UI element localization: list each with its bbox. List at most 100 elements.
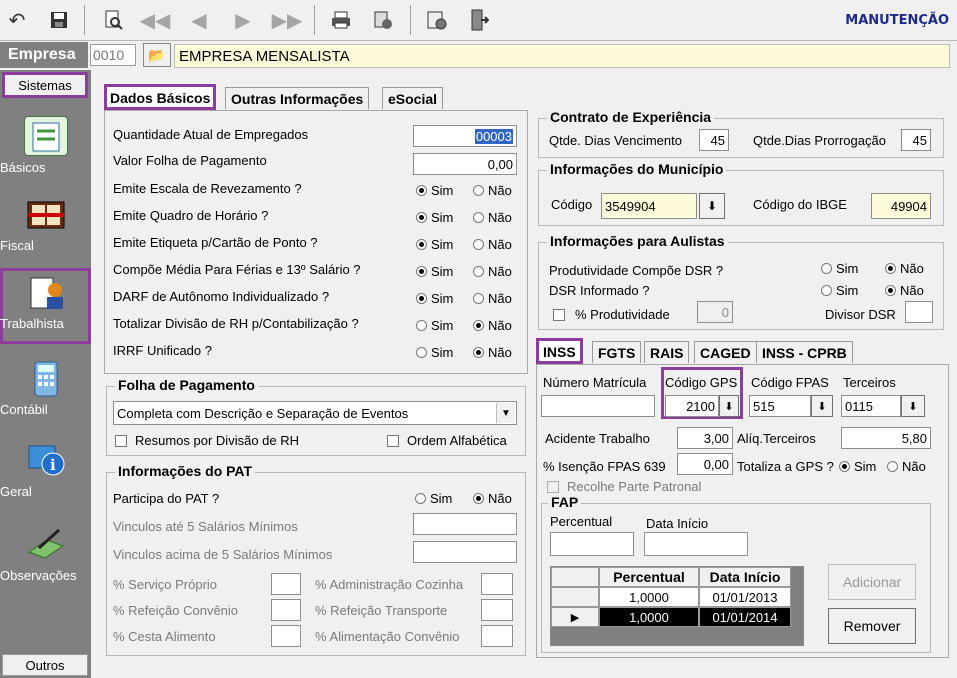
- divisor-input[interactable]: [905, 301, 933, 323]
- isencao-input[interactable]: 0,00: [677, 453, 733, 475]
- dsr-sim-radio[interactable]: Sim: [821, 283, 858, 298]
- gps-input[interactable]: 2100: [665, 395, 719, 417]
- question-nao-radio[interactable]: Não: [473, 345, 512, 360]
- aliq-input[interactable]: 5,80: [841, 427, 931, 449]
- empresa-code-input[interactable]: 0010: [90, 44, 136, 66]
- prod-sim-radio[interactable]: Sim: [821, 261, 858, 276]
- recolhe-checkbox[interactable]: Recolhe Parte Patronal: [547, 479, 701, 494]
- download-icon: ⬇: [724, 400, 734, 413]
- codigo-lookup-button[interactable]: ⬇: [699, 193, 725, 219]
- last-icon[interactable]: ▶▶: [272, 6, 303, 34]
- vinc-acima-input[interactable]: [413, 541, 517, 563]
- question-sim-radio[interactable]: Sim: [416, 291, 453, 306]
- question-nao-radio[interactable]: Não: [473, 210, 512, 225]
- totaliza-sim-radio[interactable]: Sim: [839, 459, 876, 474]
- radio-icon: [473, 320, 484, 331]
- tab-rais[interactable]: RAIS: [644, 341, 690, 363]
- terceiros-lookup-button[interactable]: ⬇: [901, 395, 925, 417]
- question-nao-radio[interactable]: Não: [473, 264, 512, 279]
- tab-outras-informacoes[interactable]: Outras Informações: [225, 87, 370, 109]
- remover-button[interactable]: Remover: [828, 608, 916, 644]
- exit-icon[interactable]: [464, 6, 494, 34]
- matricula-input[interactable]: [541, 395, 655, 417]
- print-icon[interactable]: [326, 6, 356, 34]
- ref-transp-input[interactable]: [481, 599, 513, 621]
- tab-dados-basicos[interactable]: Dados Básicos: [104, 84, 217, 110]
- sidebar-item-fiscal[interactable]: Fiscal: [0, 190, 91, 264]
- terceiros-input[interactable]: 0115: [841, 395, 901, 417]
- fpas-input[interactable]: 515: [749, 395, 811, 417]
- radio-label: Não: [488, 237, 512, 252]
- tab-caged[interactable]: CAGED: [694, 341, 757, 363]
- ibge-input[interactable]: 49904: [871, 193, 931, 219]
- ordem-alfabetica-checkbox[interactable]: Ordem Alfabética: [387, 433, 507, 448]
- tab-inss-cprb[interactable]: INSS - CPRB: [756, 341, 853, 363]
- gps-lookup-button[interactable]: ⬇: [719, 395, 739, 417]
- sidebar-footer-outros[interactable]: Outros: [2, 654, 88, 676]
- notebook-icon: [23, 116, 68, 156]
- vinc-ate-input[interactable]: [413, 513, 517, 535]
- tab-inss[interactable]: INSS: [536, 338, 583, 364]
- sidebar-item-geral[interactable]: i Geral: [0, 436, 91, 510]
- radio-icon: [885, 285, 896, 296]
- valor-folha-input[interactable]: 0,00: [413, 153, 517, 175]
- prorr-input[interactable]: 45: [901, 129, 931, 151]
- perc-input[interactable]: 0: [697, 301, 733, 323]
- dsr-nao-radio[interactable]: Não: [885, 283, 924, 298]
- first-icon[interactable]: ◀◀: [140, 6, 171, 34]
- prev-icon[interactable]: ◀: [184, 6, 214, 34]
- refeicao-input[interactable]: [271, 599, 301, 621]
- report-icon[interactable]: [368, 6, 398, 34]
- acidente-input[interactable]: 3,00: [677, 427, 733, 449]
- sidebar-item-trabalhista[interactable]: Trabalhista: [0, 268, 91, 344]
- next-icon[interactable]: ▶: [228, 6, 258, 34]
- folha-select[interactable]: Completa com Descrição e Separação de Ev…: [113, 401, 517, 425]
- question-nao-radio[interactable]: Não: [473, 183, 512, 198]
- participa-nao-radio[interactable]: Não: [473, 491, 512, 506]
- question-sim-radio[interactable]: Sim: [416, 237, 453, 252]
- folha-group: Folha de Pagamento Completa com Descriçã…: [106, 377, 526, 456]
- tab-esocial[interactable]: eSocial: [382, 87, 444, 109]
- grid-cell[interactable]: 1,0000: [599, 587, 699, 607]
- question-sim-radio[interactable]: Sim: [416, 210, 453, 225]
- fpas-lookup-button[interactable]: ⬇: [811, 395, 833, 417]
- grid-cell-selected[interactable]: 01/01/2014: [699, 607, 791, 627]
- tab-fgts[interactable]: FGTS: [592, 341, 642, 363]
- question-sim-radio[interactable]: Sim: [416, 318, 453, 333]
- sidebar-item-basicos[interactable]: Básicos: [0, 110, 91, 184]
- adm-input[interactable]: [481, 573, 513, 595]
- question-sim-radio[interactable]: Sim: [416, 264, 453, 279]
- totaliza-nao-radio[interactable]: Não: [887, 459, 926, 474]
- grid-cell[interactable]: 01/01/2013: [699, 587, 791, 607]
- cesta-input[interactable]: [271, 625, 301, 647]
- fap-perc-input[interactable]: [550, 532, 634, 556]
- codigo-input[interactable]: 3549904: [601, 193, 697, 219]
- save-icon[interactable]: [44, 6, 74, 34]
- fap-data-input[interactable]: [644, 532, 748, 556]
- settings-icon[interactable]: [422, 6, 452, 34]
- question-nao-radio[interactable]: Não: [473, 291, 512, 306]
- mode-label: MANUTENÇÃO: [845, 13, 949, 28]
- grid-cell-selected[interactable]: 1,0000: [599, 607, 699, 627]
- venc-input[interactable]: 45: [699, 129, 729, 151]
- sidebar-head-sistemas[interactable]: Sistemas: [2, 72, 88, 98]
- preview-icon[interactable]: [98, 6, 128, 34]
- vinc-acima-label: Vinculos acima de 5 Salários Mínimos: [113, 547, 333, 562]
- alimentacao-input[interactable]: [481, 625, 513, 647]
- question-nao-radio[interactable]: Não: [473, 237, 512, 252]
- undo-icon[interactable]: ↶: [2, 6, 32, 34]
- question-sim-radio[interactable]: Sim: [416, 345, 453, 360]
- servico-input[interactable]: [271, 573, 301, 595]
- resumos-checkbox[interactable]: Resumos por Divisão de RH: [115, 433, 299, 448]
- participa-sim-radio[interactable]: Sim: [415, 491, 452, 506]
- qtd-empregados-input[interactable]: 00003: [413, 125, 517, 147]
- sidebar-item-observacoes[interactable]: Observações: [0, 520, 91, 594]
- open-folder-button[interactable]: 📂: [143, 43, 171, 67]
- adicionar-button[interactable]: Adicionar: [828, 564, 916, 600]
- ref-transp-label: % Refeição Transporte: [315, 603, 448, 618]
- question-sim-radio[interactable]: Sim: [416, 183, 453, 198]
- prod-nao-radio[interactable]: Não: [885, 261, 924, 276]
- question-nao-radio[interactable]: Não: [473, 318, 512, 333]
- perc-produtividade-checkbox[interactable]: % Produtividade: [553, 307, 670, 322]
- sidebar-item-contabil[interactable]: Contábil: [0, 354, 91, 428]
